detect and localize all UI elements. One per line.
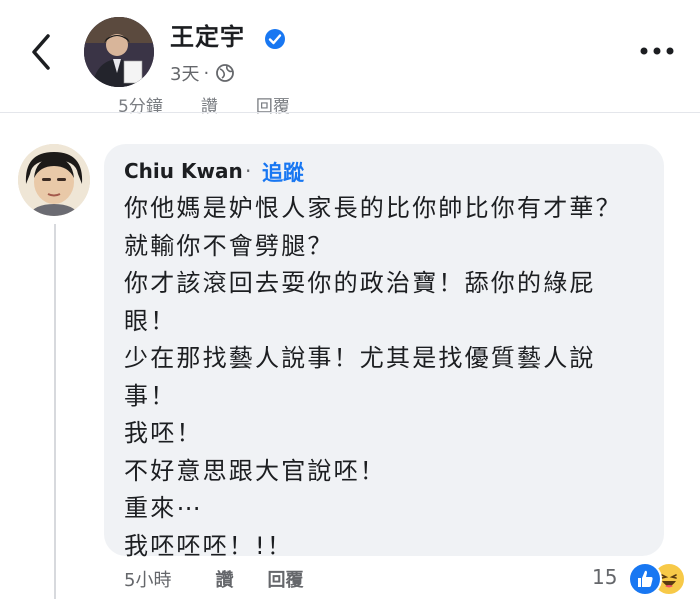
comment-line: 少在那找藝人說事！尤其是找優質藝人說	[124, 344, 596, 372]
thread-line	[54, 224, 56, 599]
globe-icon	[216, 64, 235, 82]
post-age[interactable]: 3天	[170, 60, 199, 86]
comment-line: 就輸你不會劈腿？	[124, 231, 334, 260]
comment-line: 我呸！	[124, 419, 203, 447]
comment-line: 我呸呸呸！!！	[124, 531, 294, 560]
post-meta: 3天 ·	[170, 60, 235, 86]
comment-line: 你他媽是妒恨人家長的比你帥比你有才華？	[124, 194, 622, 222]
comment-line: 你才該滾回去耍你的政治寶！舔你的綠屁	[124, 269, 596, 297]
reply-button[interactable]: 回覆	[267, 566, 303, 592]
verified-badge-icon	[265, 29, 285, 49]
follow-button[interactable]: 追蹤	[262, 157, 304, 187]
comment-line: 眼！	[124, 306, 177, 335]
comment-text: 你他媽是妒恨人家長的比你帥比你有才華？ 就輸你不會劈腿？ 你才該滾回去耍你的政治…	[124, 190, 659, 565]
author-avatar[interactable]	[84, 17, 154, 87]
more-options-icon[interactable]	[640, 46, 674, 56]
post-author-name[interactable]: 王定宇	[170, 17, 245, 52]
like-reaction-icon[interactable]	[628, 562, 662, 596]
meta-separator: ·	[203, 62, 210, 84]
reaction-count[interactable]: 15	[592, 565, 617, 589]
comment-actions: 5小時 讚 回覆	[124, 566, 303, 592]
post-header: 王定宇 3天 ·	[0, 0, 700, 96]
comment-line: 不好意思跟大官說呸！	[124, 456, 386, 485]
follow-separator: ·	[245, 159, 252, 183]
comment-line: 重來⋯	[124, 494, 203, 522]
comment-time[interactable]: 5小時	[124, 566, 171, 592]
comment-author-name[interactable]: Chiu Kwan	[124, 159, 243, 183]
comment-line: 事！	[124, 381, 177, 410]
commenter-avatar[interactable]	[18, 144, 90, 216]
header-divider	[0, 112, 700, 113]
like-button[interactable]: 讚	[215, 566, 233, 592]
back-arrow-icon[interactable]	[22, 28, 62, 76]
